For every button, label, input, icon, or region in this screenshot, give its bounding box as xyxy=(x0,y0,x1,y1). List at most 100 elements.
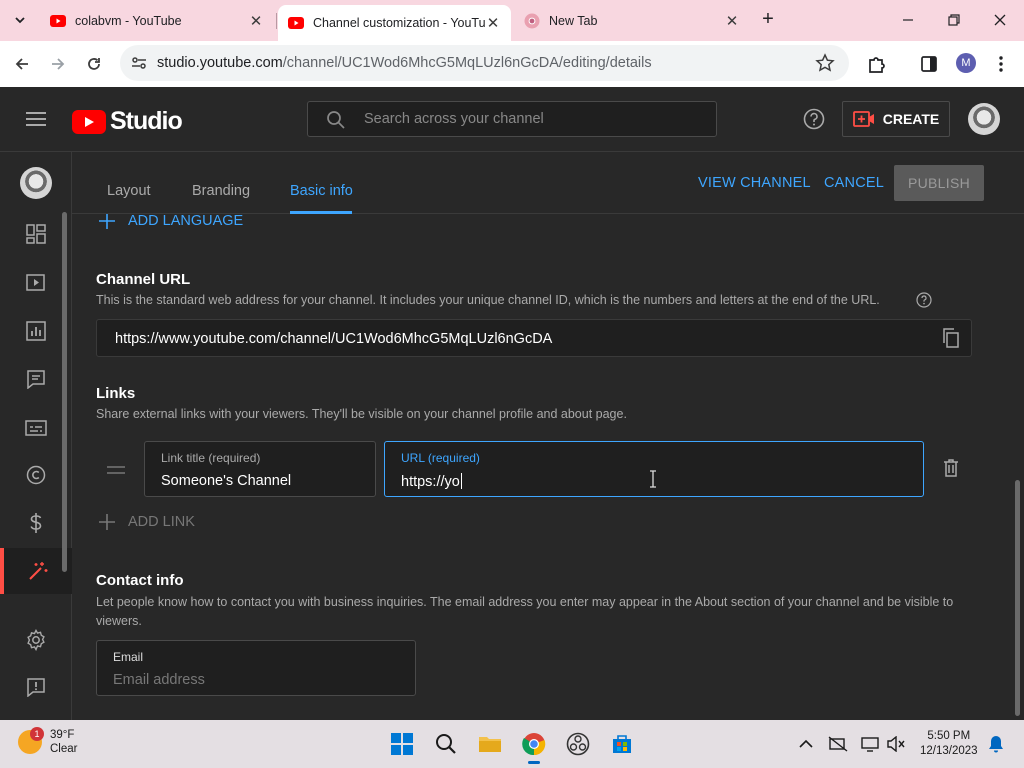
studio-logo[interactable]: Studio xyxy=(72,107,183,136)
site-settings-icon[interactable] xyxy=(130,54,148,72)
tab-title: Channel customization - YouTu xyxy=(313,16,485,30)
taskbar-search-button[interactable] xyxy=(430,728,462,760)
store-icon xyxy=(613,735,631,753)
channel-url-description: This is the standard web address for you… xyxy=(96,293,880,307)
hamburger-menu-icon[interactable] xyxy=(26,111,46,127)
notifications-button[interactable] xyxy=(986,734,1006,754)
content-icon xyxy=(26,274,45,291)
show-hidden-icons-button[interactable] xyxy=(796,734,816,754)
bell-icon xyxy=(989,736,1003,753)
obs-taskbar-button[interactable] xyxy=(562,728,594,760)
view-channel-button[interactable]: VIEW CHANNEL xyxy=(698,175,811,191)
add-link-button[interactable]: ADD LINK xyxy=(98,513,195,531)
help-icon[interactable] xyxy=(803,108,825,130)
tab-title: New Tab xyxy=(549,13,598,28)
windows-logo-icon xyxy=(391,733,413,755)
email-label: Email xyxy=(113,650,144,664)
link-url-field[interactable]: URL (required) https://yo xyxy=(384,441,924,497)
address-bar[interactable]: studio.youtube.com/channel/UC1Wod6MhcG5M… xyxy=(120,45,849,81)
logo-text: Studio xyxy=(110,107,183,135)
subtitles-icon xyxy=(25,420,47,436)
left-nav-scrollbar[interactable] xyxy=(62,212,67,572)
restore-button[interactable] xyxy=(944,10,964,30)
nav-send-feedback[interactable] xyxy=(0,664,72,710)
file-explorer-button[interactable] xyxy=(474,728,506,760)
close-window-button[interactable] xyxy=(990,10,1010,30)
browser-menu-button[interactable] xyxy=(990,53,1012,75)
arrow-left-icon xyxy=(15,58,28,70)
left-nav xyxy=(0,152,72,720)
display-tray-icon[interactable] xyxy=(860,734,880,754)
side-panel-icon xyxy=(921,56,937,72)
youtube-logo-icon xyxy=(72,109,106,134)
add-language-button[interactable]: ADD LANGUAGE xyxy=(98,212,243,230)
drag-handle-icon[interactable] xyxy=(106,465,126,475)
clock-date: 12/13/2023 xyxy=(920,745,978,757)
contact-info-description: Let people know how to contact you with … xyxy=(96,595,954,628)
store-taskbar-button[interactable] xyxy=(606,728,638,760)
back-button[interactable] xyxy=(9,51,35,77)
gear-icon xyxy=(27,629,45,651)
help-icon[interactable] xyxy=(916,292,932,308)
add-language-label: ADD LANGUAGE xyxy=(128,213,244,229)
link-title-field[interactable]: Link title (required) Someone's Channel xyxy=(144,441,376,497)
tab-search-dropdown-button[interactable] xyxy=(8,8,32,32)
close-tab-icon[interactable]: ✕ xyxy=(485,15,501,32)
close-tab-icon[interactable]: ✕ xyxy=(248,13,264,30)
clock-time: 5:50 PM xyxy=(927,730,971,742)
url-host: studio.youtube.com xyxy=(157,55,283,71)
plus-icon xyxy=(99,213,115,229)
page-scrollbar[interactable] xyxy=(1015,480,1020,716)
profile-avatar-button[interactable]: M xyxy=(956,53,976,73)
email-field[interactable]: Email Email address xyxy=(96,640,416,696)
text-cursor-icon xyxy=(650,470,656,488)
extensions-button[interactable] xyxy=(866,53,888,75)
system-clock[interactable]: 5:50 PM 12/13/2023 xyxy=(920,729,978,759)
browser-tab-channel-customization[interactable]: Channel customization - YouTu ✕ xyxy=(278,5,511,41)
windows-taskbar: 1 39°F Clear 5:50 PM 12/13/2023 xyxy=(0,720,1024,768)
browser-tab-strip: colabvm - YouTube ✕ Channel customizatio… xyxy=(0,0,1024,41)
weather-temp: 39°F xyxy=(50,729,75,741)
chevron-up-icon xyxy=(799,739,813,748)
side-panel-button[interactable] xyxy=(918,53,940,75)
cancel-button[interactable]: CANCEL xyxy=(824,175,884,191)
nav-settings[interactable] xyxy=(0,617,72,663)
reload-button[interactable] xyxy=(81,51,107,77)
youtube-icon xyxy=(50,14,66,27)
arrow-right-icon xyxy=(52,58,65,70)
minimize-button[interactable] xyxy=(898,10,918,30)
link-url-input[interactable]: https://yo xyxy=(401,473,462,490)
network-tray-icon[interactable] xyxy=(828,734,848,754)
search-input[interactable] xyxy=(364,102,704,136)
copy-icon[interactable] xyxy=(942,328,960,348)
channel-url-title: Channel URL xyxy=(96,271,191,288)
tab-layout[interactable]: Layout xyxy=(107,183,151,199)
chrome-taskbar-button[interactable] xyxy=(518,728,550,764)
forward-button[interactable] xyxy=(45,51,71,77)
search-bar[interactable] xyxy=(307,101,717,137)
tab-branding[interactable]: Branding xyxy=(192,183,250,199)
create-button[interactable]: CREATE xyxy=(842,101,950,137)
new-tab-button[interactable]: + xyxy=(758,9,778,30)
restore-icon xyxy=(948,14,960,26)
start-button[interactable] xyxy=(386,728,418,760)
browser-tab-colabvm[interactable]: colabvm - YouTube ✕ xyxy=(40,5,274,36)
puzzle-icon xyxy=(869,57,885,73)
link-title-value: Someone's Channel xyxy=(161,473,292,489)
address-url: studio.youtube.com/channel/UC1Wod6MhcG5M… xyxy=(157,55,652,71)
links-title: Links xyxy=(96,385,136,402)
bookmark-star-icon[interactable] xyxy=(815,53,835,73)
channel-avatar[interactable] xyxy=(20,167,52,199)
studio-header: Studio CREATE xyxy=(0,87,1024,152)
tab-basic-info[interactable]: Basic info xyxy=(290,183,353,199)
publish-button[interactable]: PUBLISH xyxy=(894,165,984,201)
account-avatar[interactable] xyxy=(968,103,1000,135)
copyright-icon xyxy=(26,465,46,485)
close-tab-icon[interactable]: ✕ xyxy=(724,13,740,30)
channel-url-field[interactable]: https://www.youtube.com/channel/UC1Wod6M… xyxy=(96,319,972,357)
browser-tab-new-tab[interactable]: New Tab ✕ xyxy=(514,5,750,36)
delete-link-icon[interactable] xyxy=(943,459,959,477)
volume-tray-icon[interactable] xyxy=(886,734,906,754)
tab-title: colabvm - YouTube xyxy=(75,13,182,28)
weather-widget[interactable]: 1 39°F Clear xyxy=(18,727,77,756)
